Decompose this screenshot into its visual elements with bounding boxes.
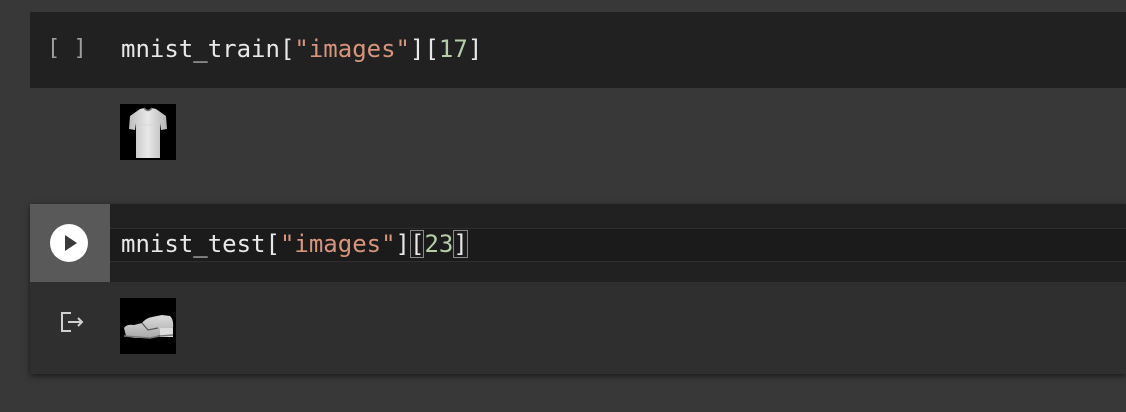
code-string: "images" xyxy=(279,230,396,258)
cell-1-input[interactable]: [ ] mnist_train["images"][17] xyxy=(30,12,1126,88)
code-variable: mnist_train xyxy=(121,35,280,63)
cell-2-code[interactable]: mnist_test["images"][23] xyxy=(121,229,468,259)
code-bracket: ] xyxy=(410,35,425,63)
notebook-page: [ ] mnist_train["images"][17] mnist_test… xyxy=(0,0,1126,412)
code-cell-2[interactable]: mnist_test["images"][23] xyxy=(30,204,1126,374)
code-cell-1[interactable]: [ ] mnist_train["images"][17] xyxy=(30,12,1126,187)
code-string: "images" xyxy=(294,35,410,63)
output-redirect-icon[interactable] xyxy=(57,306,89,338)
code-bracket: [ xyxy=(424,35,439,63)
tshirt-image xyxy=(120,104,176,160)
execution-count[interactable]: [ ] xyxy=(47,36,87,61)
code-bracket: [ xyxy=(265,230,280,258)
code-number: 23 xyxy=(424,230,454,258)
code-number: 17 xyxy=(438,35,468,63)
play-icon xyxy=(65,235,77,251)
run-cell-button[interactable] xyxy=(50,224,88,262)
code-bracket: [ xyxy=(279,35,295,63)
code-variable: mnist_test xyxy=(121,230,266,258)
cell-2-gutter xyxy=(30,204,110,282)
code-bracket: ] xyxy=(467,35,483,63)
shoe-image xyxy=(120,298,176,354)
matched-bracket: [ xyxy=(410,230,425,258)
cell-1-code[interactable]: mnist_train["images"][17] xyxy=(121,34,482,64)
matched-bracket: ] xyxy=(453,230,468,258)
code-bracket: ] xyxy=(395,230,410,258)
